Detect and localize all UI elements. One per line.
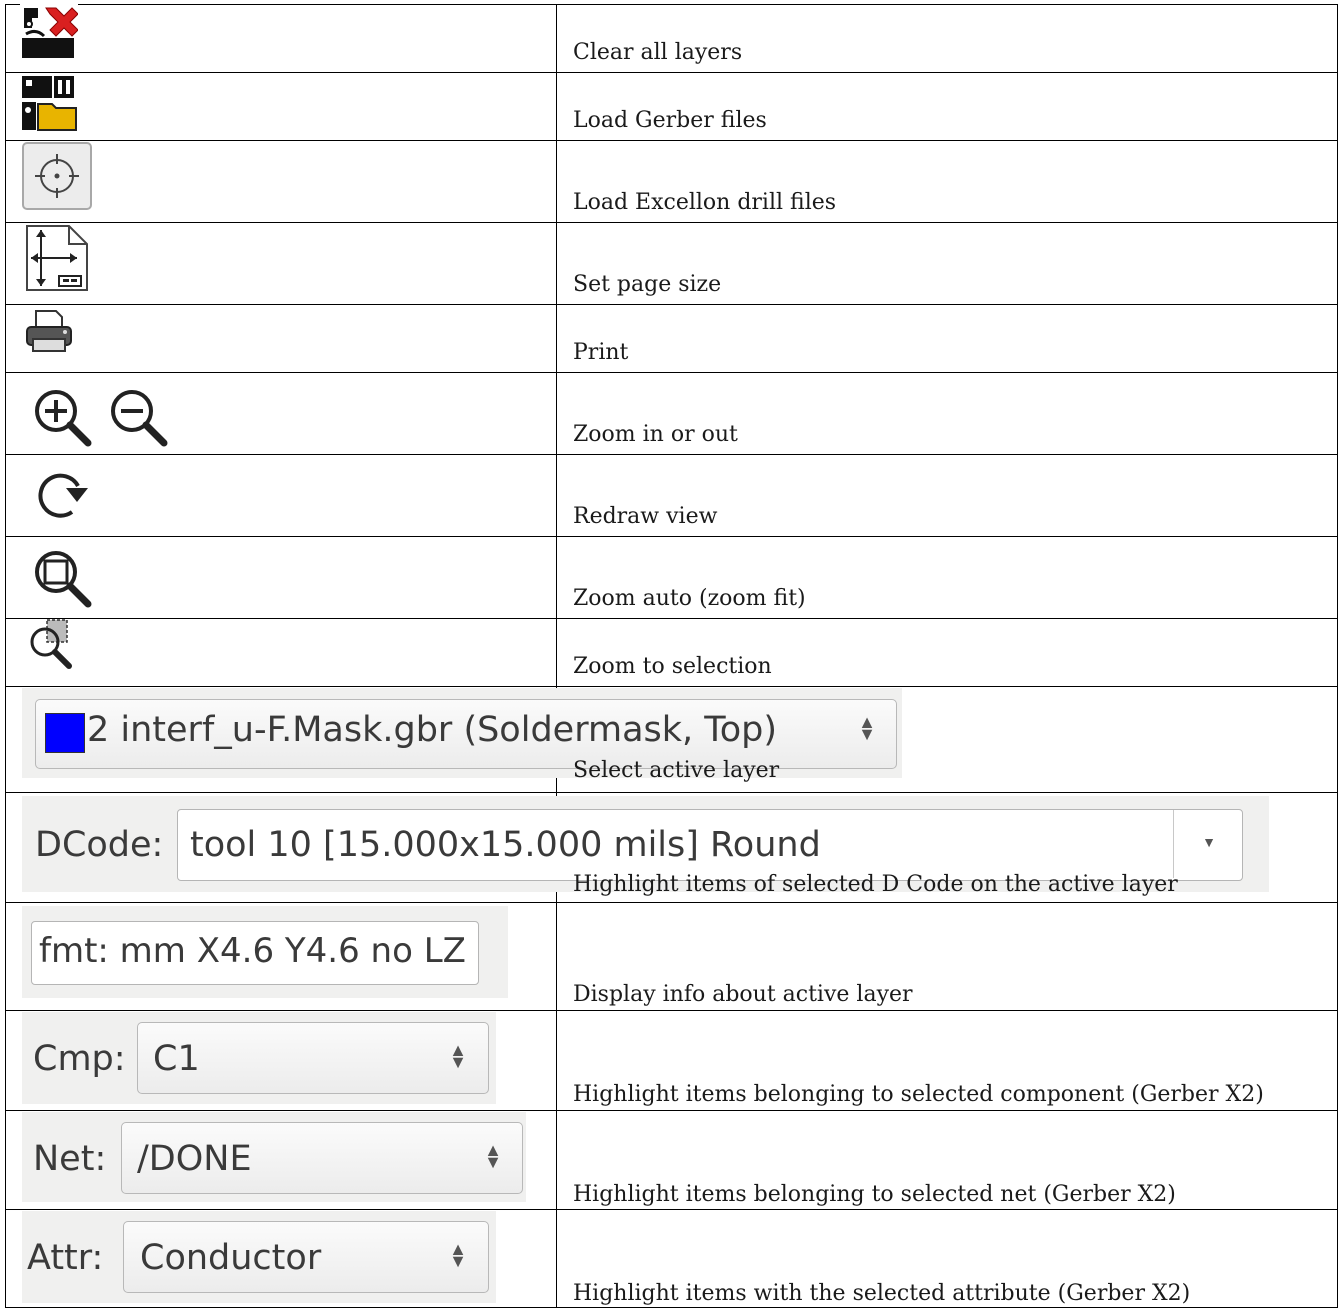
table-row: Load Excellon drill files	[5, 140, 1338, 222]
table-row: Attr: Conductor ▲ ▼ Highlight items with …	[5, 1209, 1338, 1307]
table-row: Zoom to selection	[5, 618, 1338, 686]
table-border-bottom	[5, 1307, 1338, 1308]
zoom-in-icon[interactable]	[32, 387, 96, 447]
component-label: Cmp:	[33, 1039, 126, 1079]
spinner-arrows-icon[interactable]: ▲ ▼	[857, 713, 877, 743]
page-size-icon[interactable]	[23, 224, 91, 292]
row-description: Load Gerber files	[573, 108, 767, 133]
layer-select-value: 2 interf_u-F.Mask.gbr (Soldermask, Top)	[87, 710, 777, 750]
zoom-fit-icon[interactable]	[32, 548, 98, 610]
load-gerber-icon[interactable]	[20, 74, 78, 132]
load-drill-icon[interactable]	[22, 142, 92, 210]
table-row: Print	[5, 304, 1338, 372]
table-row: DCode: tool 10 [15.000x15.000 mils] Roun…	[5, 792, 1338, 902]
attribute-label: Attr:	[27, 1238, 104, 1278]
net-value: /DONE	[137, 1139, 252, 1179]
table-row: Net: /DONE ▲ ▼ Highlight items belonging …	[5, 1110, 1338, 1209]
spinner-arrows-icon[interactable]: ▲ ▼	[448, 1240, 468, 1270]
table-row: Load Gerber files	[5, 72, 1338, 140]
net-label: Net:	[33, 1139, 107, 1179]
layer-color-swatch	[45, 713, 85, 753]
row-description: Zoom auto (zoom fit)	[573, 586, 806, 611]
toolbar-reference-table: Clear all layers Load Gerber files Load …	[5, 4, 1338, 1308]
row-description: Highlight items with the selected attrib…	[573, 1281, 1191, 1306]
spinner-arrows-icon[interactable]: ▲ ▼	[483, 1141, 503, 1171]
attribute-value: Conductor	[140, 1238, 322, 1278]
table-row: Clear all layers	[5, 4, 1338, 72]
table-row: Zoom in or out	[5, 372, 1338, 454]
combo-divider	[1173, 810, 1174, 878]
zoom-selection-icon[interactable]	[27, 618, 83, 672]
row-description: Highlight items belonging to selected co…	[573, 1082, 1264, 1107]
row-description: Display info about active layer	[573, 982, 913, 1007]
row-description: Load Excellon drill files	[573, 190, 837, 215]
printer-icon[interactable]	[24, 309, 74, 355]
row-description: Select active layer	[573, 758, 780, 783]
zoom-out-icon[interactable]	[108, 387, 172, 447]
row-description: Highlight items belonging to selected ne…	[573, 1182, 1176, 1207]
row-description: Highlight items of selected D Code on th…	[573, 872, 1178, 897]
dcode-label: DCode:	[35, 825, 164, 865]
row-description: Redraw view	[573, 504, 718, 529]
row-description: Clear all layers	[573, 40, 743, 65]
clear-layers-icon[interactable]	[20, 4, 78, 60]
spinner-arrows-icon[interactable]: ▲ ▼	[448, 1041, 468, 1071]
redraw-icon[interactable]	[32, 466, 92, 522]
table-row: Zoom auto (zoom fit)	[5, 536, 1338, 618]
table-row: fmt: mm X4.6 Y4.6 no LZ Display info abo…	[5, 902, 1338, 1010]
table-row: Set page size	[5, 222, 1338, 304]
row-description: Zoom to selection	[573, 654, 772, 679]
row-description: Print	[573, 340, 629, 365]
format-info-value: fmt: mm X4.6 Y4.6 no LZ	[39, 931, 466, 971]
table-row: Redraw view	[5, 454, 1338, 536]
table-row: 2 interf_u-F.Mask.gbr (Soldermask, Top) …	[5, 686, 1338, 792]
dcode-value: tool 10 [15.000x15.000 mils] Round	[190, 825, 821, 865]
table-row: Cmp: C1 ▲ ▼ Highlight items belonging to …	[5, 1010, 1338, 1110]
component-value: C1	[153, 1039, 200, 1079]
dropdown-arrow-icon[interactable]: ▼	[1197, 837, 1221, 851]
row-description: Zoom in or out	[573, 422, 738, 447]
row-description: Set page size	[573, 272, 722, 297]
